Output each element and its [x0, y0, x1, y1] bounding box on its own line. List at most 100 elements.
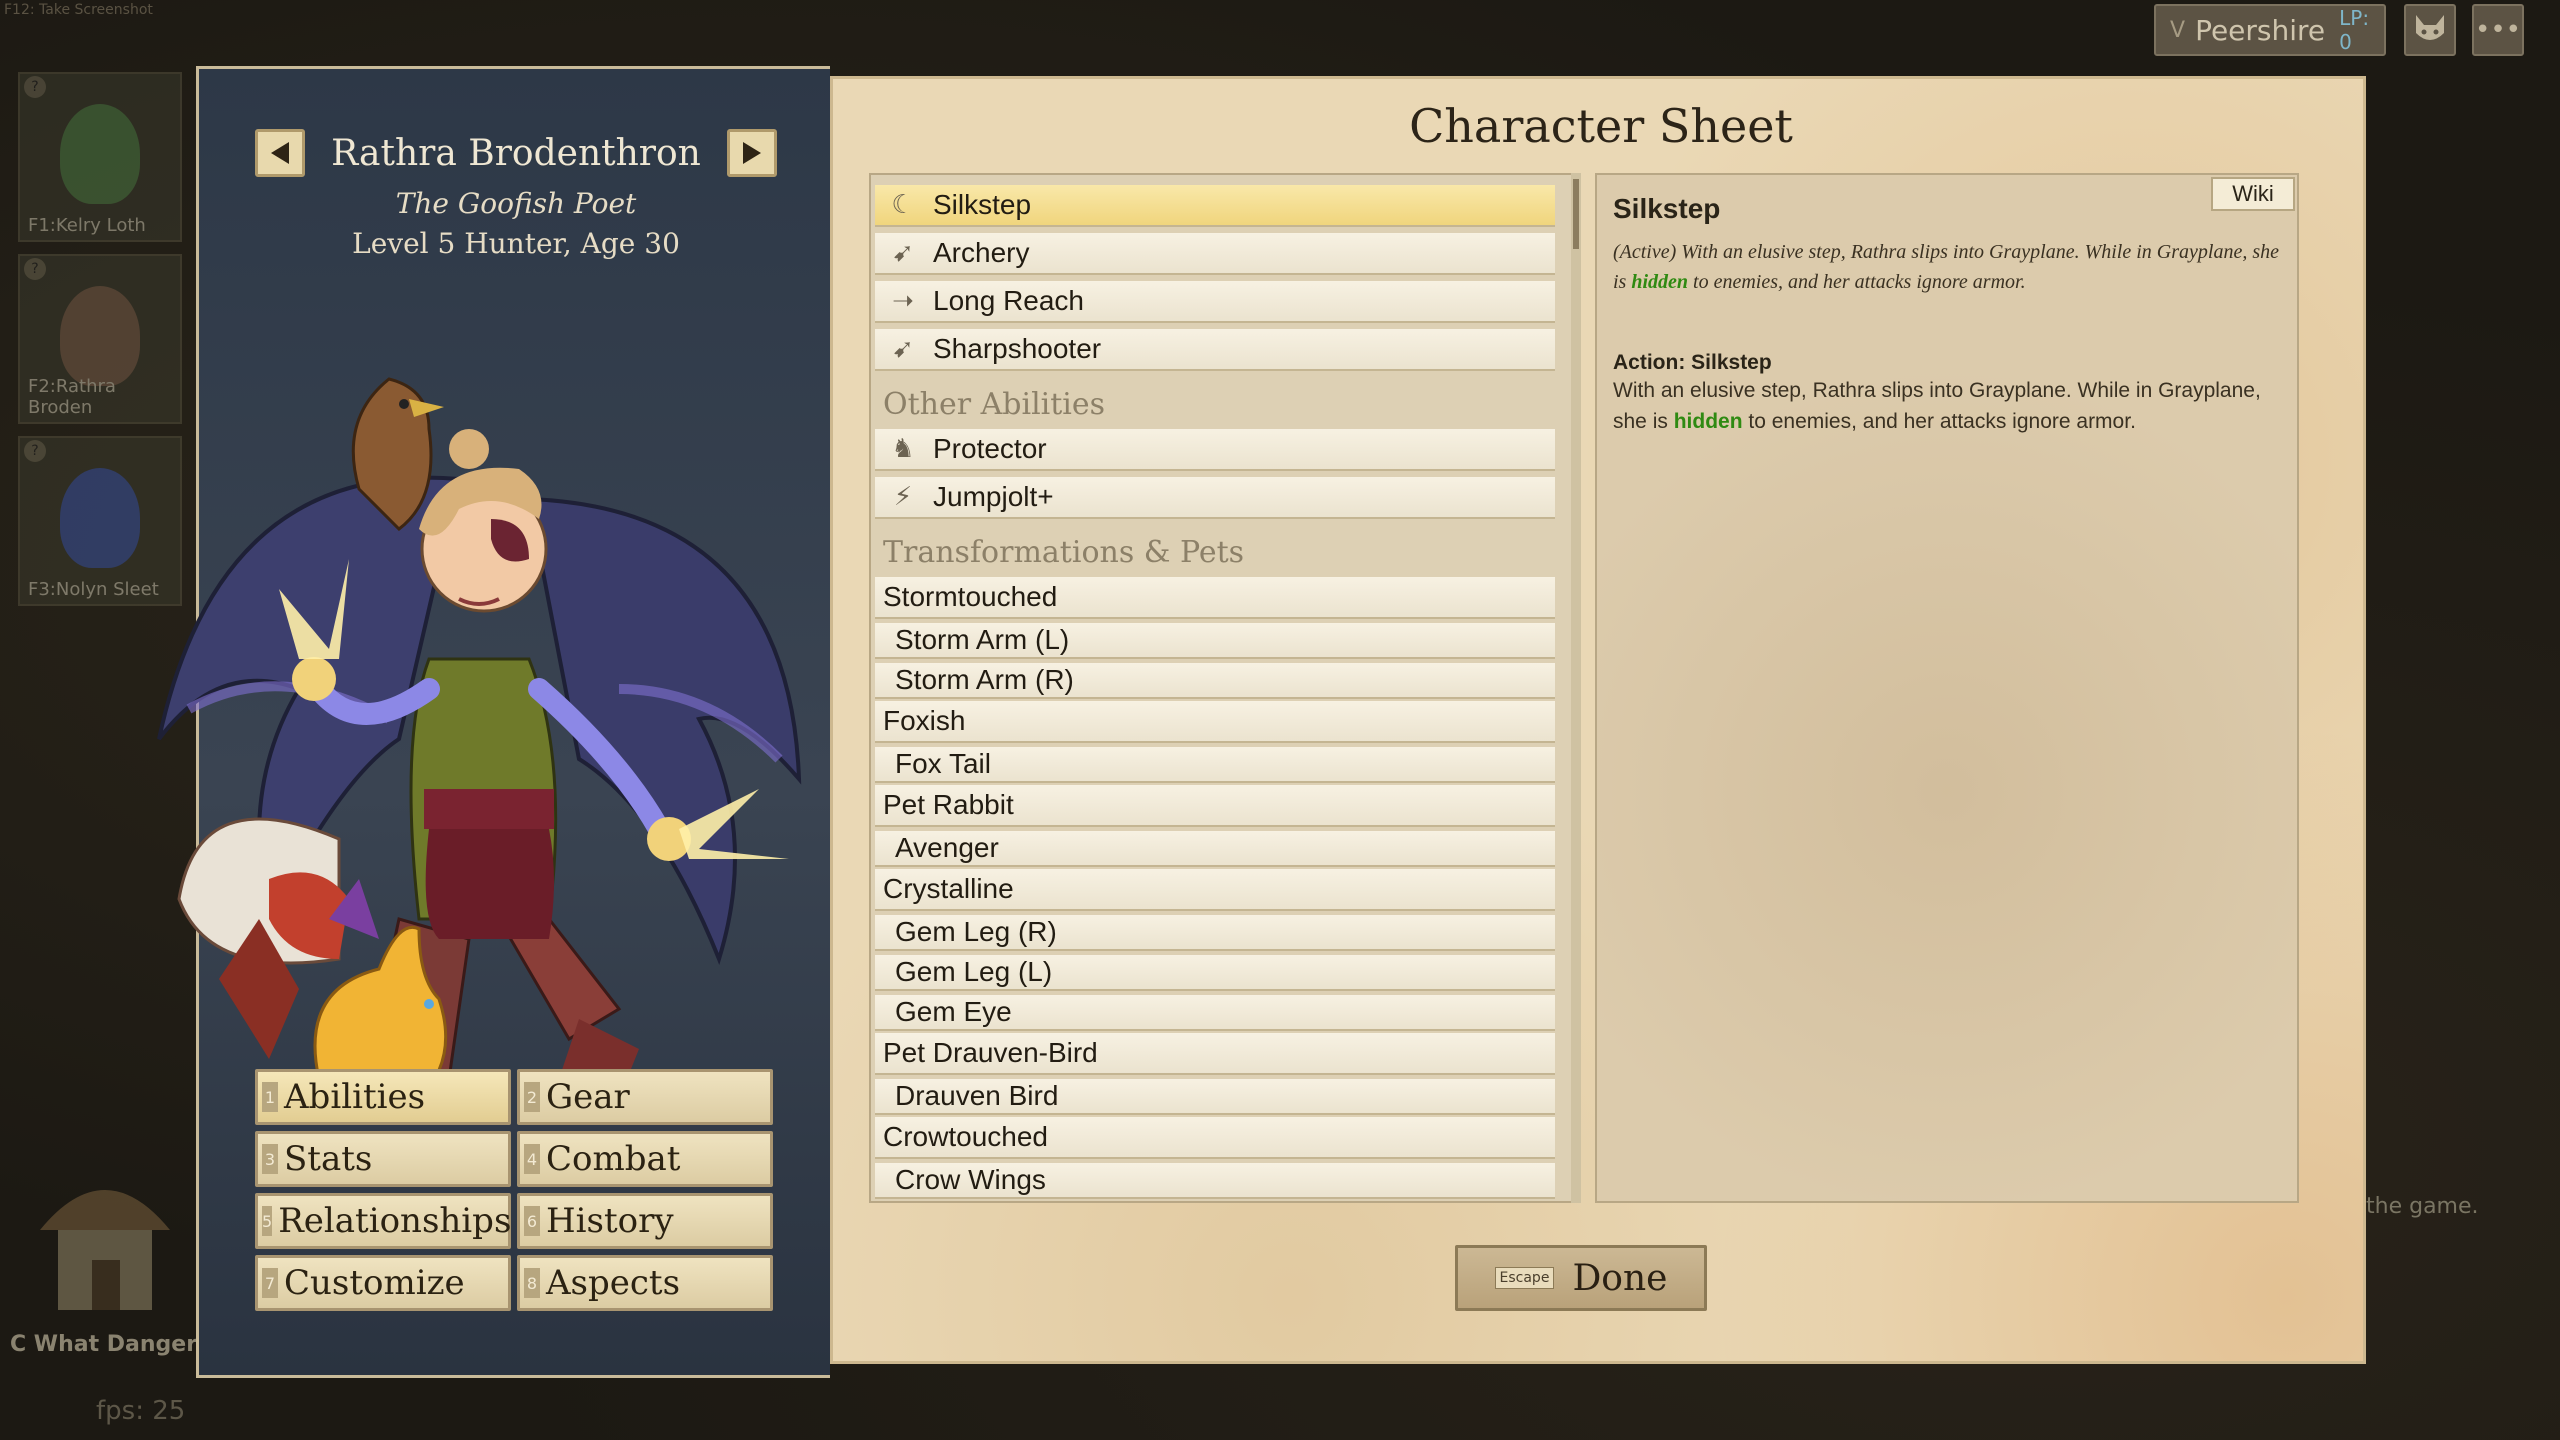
transform-item[interactable]: Crowtouched	[875, 1117, 1555, 1159]
transform-sub-item[interactable]: Storm Arm (R)	[875, 663, 1555, 699]
more-menu-icon[interactable]: •••	[2472, 4, 2524, 56]
town-button[interactable]: V Peershire LP: 0	[2154, 4, 2386, 56]
transform-label: Storm Arm (R)	[895, 664, 1074, 695]
tab-relationships[interactable]: 5 Relationships	[255, 1193, 511, 1249]
ability-item-silkstep[interactable]: ☾ Silkstep	[875, 185, 1555, 227]
hotkey-badge: 1	[262, 1082, 278, 1112]
arrow-icon: ➝	[892, 286, 914, 316]
transform-label: Gem Eye	[895, 996, 1012, 1027]
action-text: to enemies, and her attacks ignore armor…	[1742, 410, 2136, 433]
tab-aspects[interactable]: 8 Aspects	[517, 1255, 773, 1311]
tab-abilities[interactable]: 1 Abilities	[255, 1069, 511, 1125]
ability-label: Sharpshooter	[933, 333, 1102, 364]
transform-sub-item[interactable]: Gem Leg (L)	[875, 955, 1555, 991]
background-hint-text: the game.	[2366, 1194, 2479, 1219]
transform-sub-item[interactable]: Gem Leg (R)	[875, 915, 1555, 951]
party-portrait-1[interactable]: ? F1:Kelry Loth	[18, 72, 182, 242]
scrollbar-thumb[interactable]	[1573, 179, 1579, 249]
ability-item-long-reach[interactable]: ➝ Long Reach	[875, 281, 1555, 323]
ability-list[interactable]: ☾ Silkstep ➹ Archery ➝ Long Reach ➹ Shar…	[869, 173, 1581, 1203]
transform-label: Foxish	[883, 705, 966, 736]
hidden-keyword[interactable]: hidden	[1631, 271, 1688, 293]
transform-label: Pet Rabbit	[883, 789, 1014, 820]
tab-combat[interactable]: 4 Combat	[517, 1131, 773, 1187]
transform-label: Crowtouched	[883, 1121, 1048, 1152]
section-header-transformations: Transformations & Pets	[883, 535, 1245, 570]
tab-label: Relationships	[278, 1201, 512, 1241]
rabbit-icon: ♞	[891, 434, 915, 464]
transform-sub-item[interactable]: Fox Tail	[875, 747, 1555, 783]
transform-sub-item[interactable]: Avenger	[875, 831, 1555, 867]
transform-sub-item[interactable]: Drauven Bird	[875, 1079, 1555, 1115]
tab-customize[interactable]: 7 Customize	[255, 1255, 511, 1311]
detail-description: (Active) With an elusive step, Rathra sl…	[1613, 237, 2281, 297]
help-icon: ?	[24, 440, 46, 462]
hotkey-badge: 2	[524, 1082, 540, 1112]
transform-sub-item[interactable]: Gem Eye	[875, 995, 1555, 1031]
hotkey-badge: 3	[262, 1144, 278, 1174]
town-name: Peershire	[2195, 13, 2326, 47]
ability-item-jumpjolt[interactable]: ⚡ Jumpjolt+	[875, 477, 1555, 519]
help-icon: ?	[24, 76, 46, 98]
wiki-button[interactable]: Wiki	[2211, 177, 2295, 211]
transform-item[interactable]: Stormtouched	[875, 577, 1555, 619]
lp-counter: LP: 0	[2339, 6, 2370, 54]
transform-sub-item[interactable]: Storm Arm (L)	[875, 623, 1555, 659]
transform-item[interactable]: Pet Drauven-Bird	[875, 1033, 1555, 1075]
transform-label: Fox Tail	[895, 748, 991, 779]
tab-label: History	[546, 1201, 674, 1241]
ability-item-archery[interactable]: ➹ Archery	[875, 233, 1555, 275]
page-title: Character Sheet	[1409, 99, 1793, 153]
ability-label: Jumpjolt+	[933, 481, 1054, 512]
tab-label: Gear	[546, 1077, 630, 1117]
transform-label: Crow Wings	[895, 1164, 1046, 1195]
transform-label: Avenger	[895, 832, 999, 863]
section-header-other-abilities: Other Abilities	[883, 387, 1106, 422]
character-title: The Goofish Poet	[395, 187, 637, 220]
character-sheet-panel: Character Sheet ☾ Silkstep ➹ Archery ➝ L…	[830, 76, 2366, 1364]
done-button[interactable]: Escape Done	[1455, 1245, 1707, 1311]
ability-item-sharpshooter[interactable]: ➹ Sharpshooter	[875, 329, 1555, 371]
action-description: With an elusive step, Rathra slips into …	[1613, 375, 2281, 437]
tab-gear[interactable]: 2 Gear	[517, 1069, 773, 1125]
transform-label: Storm Arm (L)	[895, 624, 1070, 655]
detail-title: Silkstep	[1613, 193, 1721, 224]
escape-key-badge: Escape	[1494, 1267, 1555, 1289]
tab-stats[interactable]: 3 Stats	[255, 1131, 511, 1187]
bow-icon: ➹	[892, 334, 914, 364]
hotkey-badge: 8	[524, 1268, 540, 1298]
hotkey-badge: 7	[262, 1268, 278, 1298]
character-portrait-art	[157, 377, 802, 1119]
transform-label: Gem Leg (R)	[895, 916, 1057, 947]
tab-label: Stats	[284, 1139, 373, 1179]
quest-tracker[interactable]: C What Danger D	[10, 1332, 223, 1357]
transform-label: Crystalline	[883, 873, 1014, 904]
ability-detail-panel: Wiki Silkstep (Active) With an elusive s…	[1595, 173, 2299, 1203]
hidden-keyword[interactable]: hidden	[1674, 410, 1743, 433]
tab-label: Customize	[284, 1263, 465, 1303]
desc-text: to enemies, and her attacks ignore armor…	[1688, 271, 2026, 293]
lightning-icon: ⚡	[893, 482, 913, 512]
hotkey-badge: 6	[524, 1206, 540, 1236]
character-panel: Rathra Brodenthron The Goofish Poet Leve…	[157, 66, 830, 1378]
screenshot-hint: F12: Take Screenshot	[4, 2, 153, 18]
list-scrollbar[interactable]	[1571, 173, 1581, 1203]
tab-history[interactable]: 6 History	[517, 1193, 773, 1249]
ability-label: Archery	[933, 237, 1030, 268]
transform-sub-item[interactable]: Crow Wings	[875, 1163, 1555, 1199]
silkstep-icon: ☾	[891, 190, 915, 220]
ability-item-protector[interactable]: ♞ Protector	[875, 429, 1555, 471]
ability-label: Protector	[933, 433, 1047, 464]
cat-face-icon[interactable]	[2404, 4, 2456, 56]
action-title: Action: Silkstep	[1613, 351, 1772, 374]
transform-item[interactable]: Pet Rabbit	[875, 785, 1555, 827]
hotkey-badge: 5	[262, 1206, 273, 1236]
transform-item[interactable]: Foxish	[875, 701, 1555, 743]
tab-label: Combat	[546, 1139, 681, 1179]
transform-item[interactable]: Crystalline	[875, 869, 1555, 911]
house-decoration	[40, 1190, 170, 1310]
portrait-face	[60, 104, 140, 204]
ability-label: Silkstep	[933, 189, 1032, 220]
transform-label: Gem Leg (L)	[895, 956, 1053, 987]
tab-label: Abilities	[284, 1077, 426, 1117]
